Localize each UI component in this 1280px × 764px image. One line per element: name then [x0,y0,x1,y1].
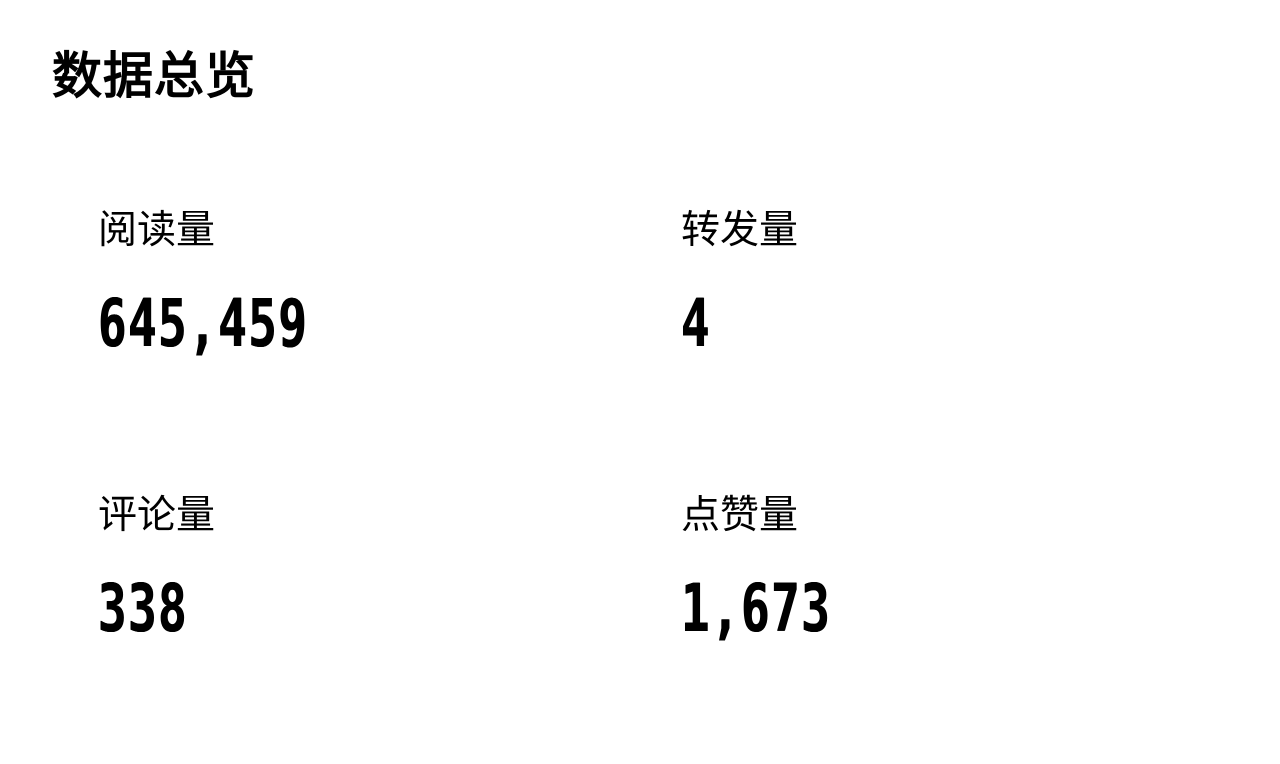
metric-card-reads: 阅读量 645,459 [98,206,558,366]
metric-label-comments: 评论量 [98,493,216,538]
metric-label-shares: 转发量 [681,208,799,253]
metric-value-reads: 645,459 [98,285,309,362]
metric-card-comments: 评论量 338 [98,491,558,651]
metric-card-shares: 转发量 4 [681,206,1141,366]
page-title: 数据总览 [52,47,256,105]
metric-label-likes: 点赞量 [681,493,799,538]
data-overview-page: 数据总览 阅读量 645,459 转发量 4 评论量 338 点赞量 1,673 [0,0,1280,764]
metric-card-likes: 点赞量 1,673 [681,491,1141,651]
metric-value-likes: 1,673 [681,570,832,647]
metric-label-reads: 阅读量 [98,208,216,253]
metric-value-shares: 4 [681,285,712,362]
metric-value-comments: 338 [98,570,189,647]
